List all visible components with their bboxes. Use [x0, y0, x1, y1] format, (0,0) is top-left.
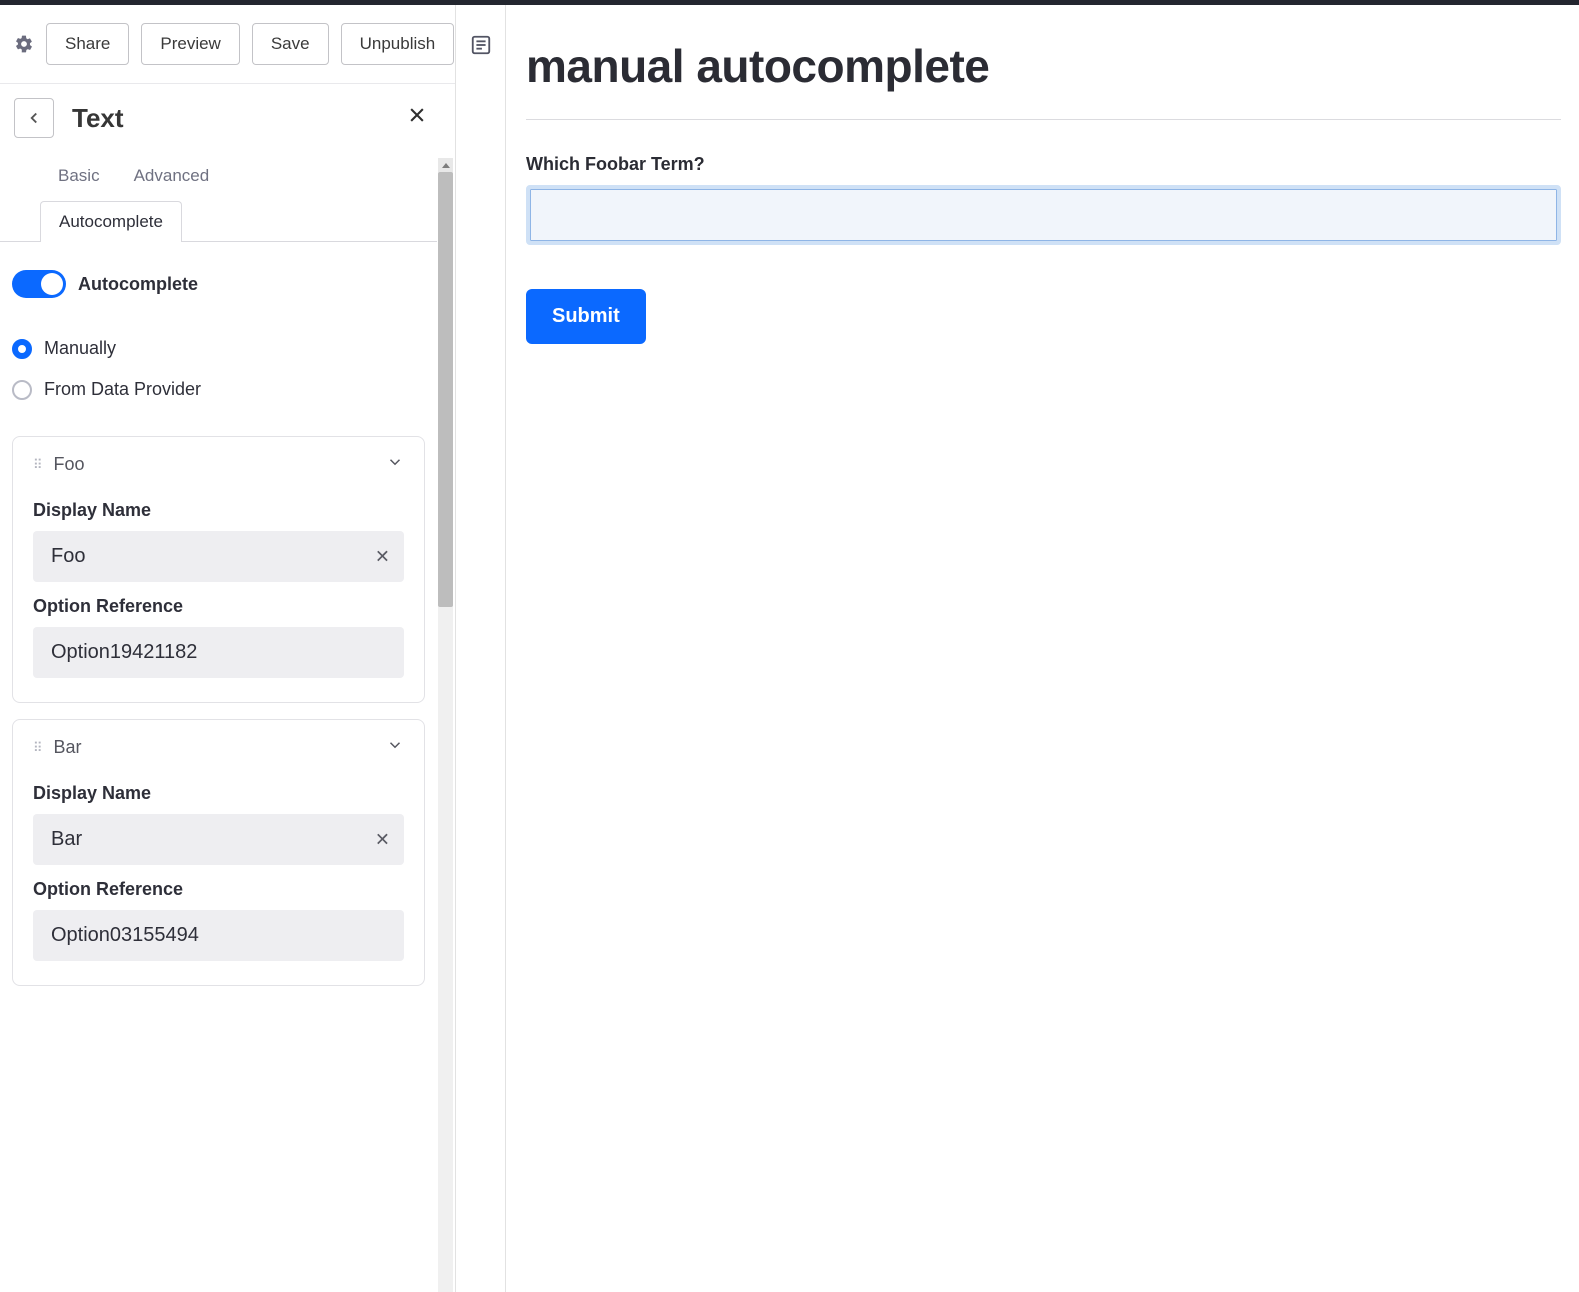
- source-radio-group: Manually From Data Provider: [12, 306, 425, 420]
- unpublish-button[interactable]: Unpublish: [341, 23, 455, 65]
- radio-data-provider-label: From Data Provider: [44, 379, 201, 400]
- chevron-down-icon[interactable]: [386, 453, 404, 476]
- divider: [526, 119, 1561, 120]
- radio-manually-input[interactable]: [12, 339, 32, 359]
- display-name-input[interactable]: [33, 814, 404, 865]
- scrollbar-thumb[interactable]: [438, 172, 453, 607]
- panel-scroll-area: Basic Advanced Autocomplete Autocomplete: [0, 158, 455, 1292]
- submit-button[interactable]: Submit: [526, 289, 646, 344]
- gear-icon[interactable]: [14, 33, 34, 55]
- autocomplete-settings: Autocomplete Manually From Data Provider: [0, 242, 437, 1016]
- close-icon[interactable]: [395, 100, 439, 136]
- tabs-primary: Basic Advanced: [0, 158, 437, 200]
- tab-advanced[interactable]: Advanced: [134, 166, 210, 186]
- question-label: Which Foobar Term?: [526, 154, 1561, 175]
- autocomplete-toggle-row: Autocomplete: [12, 256, 425, 306]
- preview-button[interactable]: Preview: [141, 23, 239, 65]
- display-name-label: Display Name: [33, 769, 404, 814]
- option-card-header: ⠿ Foo: [33, 453, 404, 486]
- drag-handle-icon[interactable]: ⠿: [33, 740, 44, 756]
- display-name-label: Display Name: [33, 486, 404, 531]
- option-card: ⠿ Foo Display Name ✕ Option Reference: [12, 436, 425, 703]
- form-title: manual autocomplete: [526, 39, 1561, 93]
- form-preview: manual autocomplete Which Foobar Term? S…: [506, 5, 1579, 1292]
- save-button[interactable]: Save: [252, 23, 329, 65]
- form-outline-icon[interactable]: [465, 29, 497, 61]
- panel-header: Text: [0, 83, 455, 158]
- side-rail: [456, 5, 506, 1292]
- tab-basic[interactable]: Basic: [58, 166, 100, 186]
- autocomplete-toggle[interactable]: [12, 270, 66, 298]
- radio-data-provider[interactable]: From Data Provider: [12, 369, 425, 410]
- option-reference-label: Option Reference: [33, 865, 404, 910]
- display-name-input-wrap: ✕: [33, 814, 404, 865]
- option-reference-input-wrap: [33, 910, 404, 961]
- drag-handle-icon[interactable]: ⠿: [33, 457, 44, 473]
- app-root: Share Preview Save Unpublish Text Basic: [0, 5, 1579, 1292]
- display-name-input-wrap: ✕: [33, 531, 404, 582]
- panel-scroll-content: Basic Advanced Autocomplete Autocomplete: [0, 158, 455, 1292]
- clear-icon[interactable]: ✕: [375, 829, 390, 850]
- panel-title: Text: [72, 103, 377, 134]
- radio-manually-label: Manually: [44, 338, 116, 359]
- back-button[interactable]: [14, 98, 54, 138]
- option-card-title: Foo: [54, 454, 376, 475]
- chevron-down-icon[interactable]: [386, 736, 404, 759]
- autocomplete-input[interactable]: [530, 189, 1557, 241]
- option-card-header: ⠿ Bar: [33, 736, 404, 769]
- radio-manually[interactable]: Manually: [12, 328, 425, 369]
- tabs-secondary: Autocomplete: [0, 200, 437, 242]
- option-reference-label: Option Reference: [33, 582, 404, 627]
- option-reference-input[interactable]: [33, 627, 404, 678]
- autocomplete-field-focus-ring: [526, 185, 1561, 245]
- autocomplete-toggle-label: Autocomplete: [78, 274, 198, 295]
- display-name-input[interactable]: [33, 531, 404, 582]
- option-card: ⠿ Bar Display Name ✕ Option Reference: [12, 719, 425, 986]
- scrollbar-track[interactable]: [438, 172, 453, 1292]
- radio-data-provider-input[interactable]: [12, 380, 32, 400]
- action-toolbar: Share Preview Save Unpublish: [0, 5, 455, 83]
- scroll-up-arrow[interactable]: [438, 158, 453, 172]
- clear-icon[interactable]: ✕: [375, 546, 390, 567]
- share-button[interactable]: Share: [46, 23, 129, 65]
- option-card-title: Bar: [54, 737, 376, 758]
- tab-autocomplete[interactable]: Autocomplete: [40, 201, 182, 242]
- option-reference-input-wrap: [33, 627, 404, 678]
- option-reference-input[interactable]: [33, 910, 404, 961]
- config-panel: Share Preview Save Unpublish Text Basic: [0, 5, 456, 1292]
